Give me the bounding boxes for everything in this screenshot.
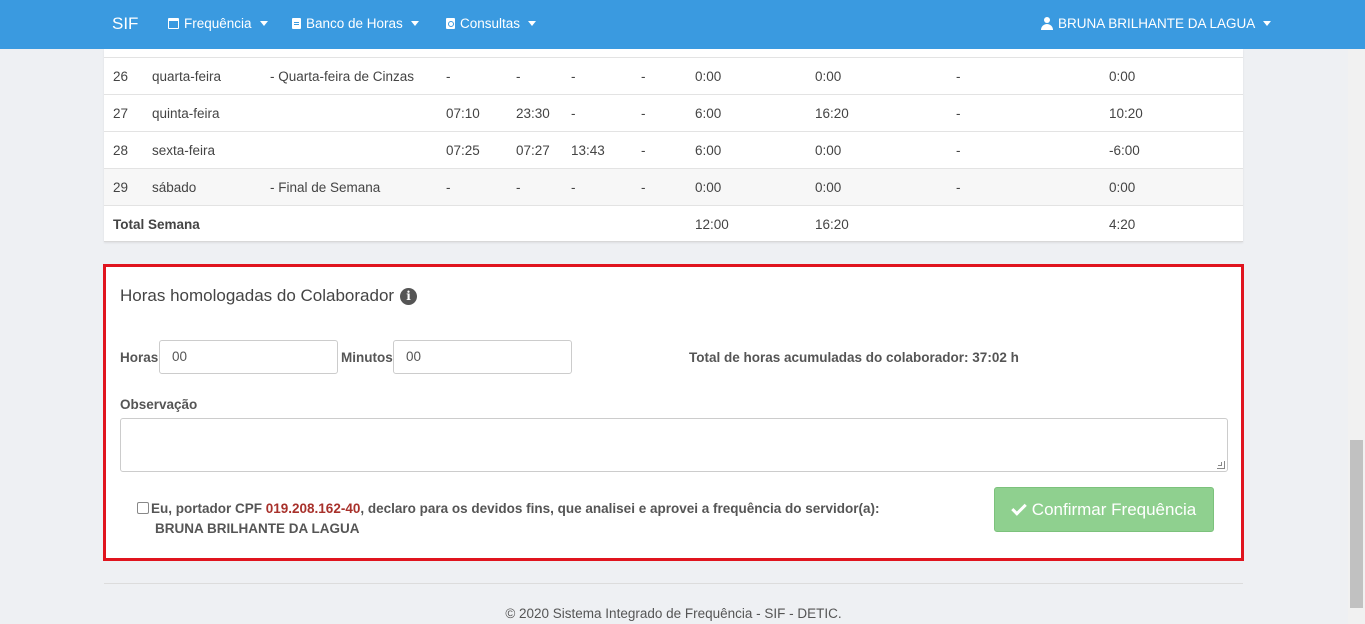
calendar-icon [168, 18, 179, 29]
table-row: 28 sexta-feira 07:25 07:27 13:43 - 6:00 … [104, 131, 1243, 168]
horas-input[interactable]: 00 [159, 340, 338, 374]
cell-trabalhadas: 0:00 [815, 180, 842, 195]
horas-label: Horas [120, 350, 159, 365]
document-icon [292, 18, 301, 29]
table-row: 27 quinta-feira 07:10 23:30 - - 6:00 16:… [104, 94, 1243, 131]
cell-saida-1: - [516, 69, 521, 84]
cell-trabalhadas: 0:00 [815, 143, 842, 158]
total-label: Total Semana [113, 217, 200, 232]
confirm-button-label: Confirmar Frequência [1031, 499, 1197, 519]
cell-note: - Final de Semana [270, 180, 381, 195]
caret-down-icon [528, 21, 537, 26]
cell-entrada-1: - [446, 180, 451, 195]
homologation-panel: Horas homologadas do Colaborador i Horas… [103, 264, 1244, 561]
cell-saida-1: 23:30 [516, 106, 550, 121]
observacao-label: Observação [120, 397, 198, 412]
cell-saldo: -6:00 [1109, 143, 1140, 158]
minutos-input[interactable]: 00 [393, 340, 572, 374]
brand-link[interactable]: SIF [112, 14, 138, 34]
confirm-frequency-button[interactable]: Confirmar Frequência [994, 487, 1214, 532]
menu-frequencia[interactable]: Frequência [168, 16, 268, 31]
observacao-textarea[interactable] [120, 418, 1228, 472]
table-row: 29 sábado - Final de Semana - - - - 0:00… [104, 168, 1243, 205]
cell-previstas: 6:00 [695, 106, 722, 121]
cell-day: 28 [113, 143, 129, 158]
cell-saldo: 0:00 [1109, 69, 1136, 84]
cell-saida-2: - [641, 180, 646, 195]
homologation-title: Horas homologadas do Colaborador i [120, 286, 418, 306]
homologation-title-text: Horas homologadas do Colaborador [120, 286, 395, 305]
footer-divider [104, 583, 1243, 584]
resize-grip-icon[interactable] [1217, 461, 1225, 469]
cell-abono: - [956, 143, 961, 158]
table-total-row: Total Semana 12:00 16:20 4:20 [104, 205, 1243, 242]
menu-banco-label: Banco de Horas [306, 16, 403, 31]
cell-entrada-2: - [571, 106, 576, 121]
info-icon[interactable]: i [400, 287, 418, 305]
menu-consultas[interactable]: Consultas [446, 16, 537, 31]
declaration-checkbox[interactable] [137, 502, 149, 514]
top-navbar: SIF Frequência Banco de Horas Consultas … [0, 0, 1365, 49]
total-trabalhadas: 16:20 [815, 217, 849, 232]
cell-saldo: 0:00 [1109, 180, 1136, 195]
caret-down-icon [1263, 21, 1272, 26]
cell-saida-2: - [641, 106, 646, 121]
user-name: BRUNA BRILHANTE DA LAGUA [1058, 16, 1256, 31]
check-icon [1011, 499, 1027, 516]
footer-copyright: © 2020 Sistema Integrado de Frequência -… [505, 606, 842, 621]
scrollbar-thumb[interactable] [1350, 440, 1363, 608]
cell-weekday: sábado [152, 180, 197, 195]
cell-entrada-2: - [571, 180, 576, 195]
cell-saida-2: - [641, 143, 646, 158]
cell-previstas: 6:00 [695, 143, 722, 158]
total-saldo: 4:20 [1109, 217, 1136, 232]
cell-note: - Quarta-feira de Cinzas [270, 69, 415, 84]
cell-saida-1: 07:27 [516, 143, 550, 158]
declaration-text: Eu, portador CPF 019.208.162-40, declaro… [151, 499, 880, 539]
cell-entrada-2: 13:43 [571, 143, 605, 158]
user-menu[interactable]: BRUNA BRILHANTE DA LAGUA [1041, 16, 1272, 31]
cell-entrada-2: - [571, 69, 576, 84]
cpf-value: 019.208.162-40 [265, 501, 361, 516]
menu-frequencia-label: Frequência [184, 16, 252, 31]
user-icon [1041, 17, 1053, 30]
cell-weekday: quarta-feira [152, 69, 222, 84]
servidor-name: BRUNA BRILHANTE DA LAGUA [155, 521, 360, 536]
cell-day: 29 [113, 180, 129, 195]
frequency-table: 26 quarta-feira - Quarta-feira de Cinzas… [104, 49, 1243, 242]
cell-saldo: 10:20 [1109, 106, 1143, 121]
menu-consultas-label: Consultas [460, 16, 521, 31]
cell-saida-2: - [641, 69, 646, 84]
cell-saida-1: - [516, 180, 521, 195]
caret-down-icon [259, 21, 268, 26]
cell-entrada-1: 07:25 [446, 143, 480, 158]
total-previstas: 12:00 [695, 217, 729, 232]
cell-abono: - [956, 106, 961, 121]
caret-down-icon [410, 21, 419, 26]
minutos-label: Minutos [341, 350, 393, 365]
cell-entrada-1: 07:10 [446, 106, 480, 121]
declaration-prefix: Eu, portador CPF [151, 501, 266, 516]
declaration-suffix: , declaro para os devidos fins, que anal… [360, 501, 880, 516]
search-document-icon [446, 18, 455, 29]
cell-weekday: sexta-feira [152, 143, 216, 158]
cell-day: 27 [113, 106, 129, 121]
cell-previstas: 0:00 [695, 180, 722, 195]
table-row: 26 quarta-feira - Quarta-feira de Cinzas… [104, 57, 1243, 94]
cell-trabalhadas: 16:20 [815, 106, 849, 121]
total-acumulado-text: Total de horas acumuladas do colaborador… [689, 350, 1019, 365]
cell-day: 26 [113, 69, 129, 84]
menu-banco-de-horas[interactable]: Banco de Horas [292, 16, 419, 31]
cell-weekday: quinta-feira [152, 106, 220, 121]
cell-entrada-1: - [446, 69, 451, 84]
cell-abono: - [956, 69, 961, 84]
cell-trabalhadas: 0:00 [815, 69, 842, 84]
cell-abono: - [956, 180, 961, 195]
cell-previstas: 0:00 [695, 69, 722, 84]
